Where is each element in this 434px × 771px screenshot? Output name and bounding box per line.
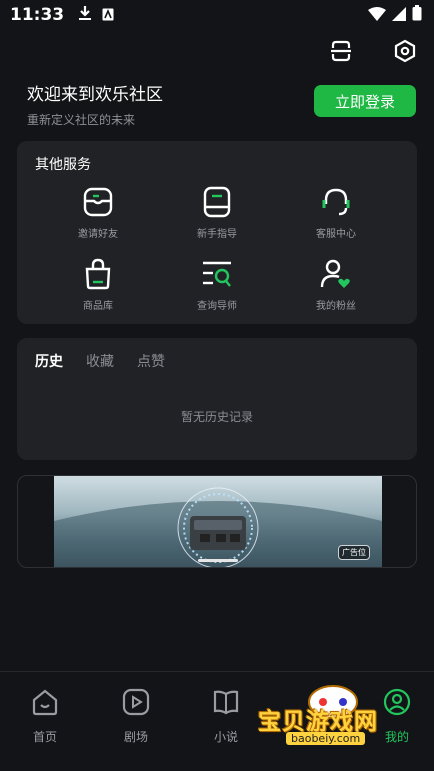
service-mentor[interactable]: 查询导师 (172, 257, 262, 312)
nav-label: 首页 (32, 730, 57, 744)
play-icon (122, 688, 150, 720)
shopping-bag-icon (81, 257, 115, 291)
service-support[interactable]: 客服中心 (291, 185, 381, 240)
service-fans[interactable]: 我的粉丝 (291, 257, 381, 312)
invite-icon (81, 185, 115, 219)
wifi-icon (368, 6, 386, 25)
nav-home[interactable]: 首页 (15, 688, 75, 745)
history-tabs: 历史 收藏 点赞 (35, 351, 165, 371)
service-label: 客服中心 (316, 229, 356, 240)
nav-label: 剧场 (123, 730, 148, 744)
service-label: 商品库 (83, 301, 113, 312)
ad-label: 广告位 (338, 545, 370, 560)
welcome-title: 欢迎来到欢乐社区 (27, 85, 163, 105)
welcome-subtitle: 重新定义社区的未来 (27, 113, 136, 127)
service-label: 我的粉丝 (316, 301, 356, 312)
ad-banner[interactable]: 广告位 (17, 475, 417, 568)
service-label: 新手指导 (197, 229, 237, 240)
guide-icon (200, 185, 234, 219)
fans-icon (319, 257, 353, 291)
power-station-illustration (54, 487, 382, 567)
nav-theater[interactable]: 剧场 (106, 688, 166, 745)
tab-likes[interactable]: 点赞 (137, 351, 165, 371)
signal-icon (392, 6, 406, 25)
service-invite[interactable]: 邀请好友 (53, 185, 143, 240)
empty-history-text: 暂无历史记录 (180, 410, 253, 424)
search-list-icon (200, 257, 234, 291)
service-label: 查询导师 (197, 301, 237, 312)
battery-icon (412, 5, 422, 25)
app-notification-icon (102, 6, 114, 25)
book-icon (212, 688, 240, 720)
service-guide[interactable]: 新手指导 (172, 185, 262, 240)
services-card: 其他服务 邀请好友 新手指导 客服中心 商品库 查询导师 我的粉丝 (17, 141, 417, 324)
status-time: 11:33 (10, 5, 65, 25)
watermark-text: 宝贝游戏网 (258, 709, 378, 735)
watermark: 宝贝游戏网 baobeiy.com (258, 680, 408, 752)
service-label: 邀请好友 (78, 229, 118, 240)
watermark-url: baobeiy.com (286, 732, 366, 745)
scan-icon[interactable] (328, 38, 354, 64)
service-products[interactable]: 商品库 (53, 257, 143, 312)
tab-favorites[interactable]: 收藏 (86, 351, 114, 371)
home-icon (31, 688, 59, 720)
services-title: 其他服务 (35, 157, 91, 173)
login-button[interactable]: 立即登录 (314, 85, 416, 117)
nav-label: 小说 (213, 730, 238, 744)
history-card: 历史 收藏 点赞 暂无历史记录 (17, 338, 417, 460)
tab-history[interactable]: 历史 (35, 351, 63, 371)
settings-icon[interactable] (392, 38, 418, 64)
download-icon (78, 5, 92, 25)
carousel-indicator (198, 559, 238, 562)
headset-icon (319, 185, 353, 219)
status-bar: 11:33 (0, 0, 434, 30)
welcome-section: 欢迎来到欢乐社区 重新定义社区的未来 (27, 80, 163, 128)
nav-novel[interactable]: 小说 (196, 688, 256, 745)
banner-image: 广告位 (54, 476, 382, 567)
